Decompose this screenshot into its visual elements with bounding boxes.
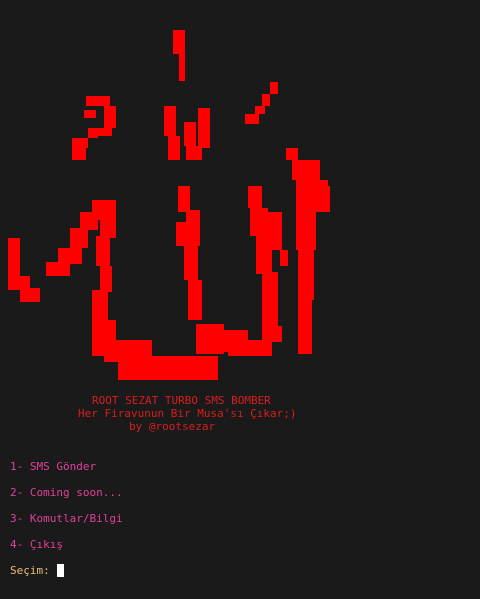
art-pixel-block bbox=[92, 290, 108, 320]
art-pixel-block bbox=[72, 148, 86, 160]
art-pixel-block bbox=[262, 326, 282, 342]
art-pixel-block bbox=[296, 180, 316, 250]
menu-item-coming-soon[interactable]: 2- Coming soon... bbox=[10, 486, 123, 499]
art-pixel-block bbox=[186, 146, 202, 160]
art-pixel-block bbox=[84, 110, 96, 118]
banner-subtitle: Her Firavunun Bir Musa'sı Çıkar;) bbox=[78, 407, 297, 420]
art-pixel-block bbox=[250, 208, 268, 236]
art-pixel-block bbox=[184, 246, 198, 280]
art-pixel-block bbox=[262, 94, 270, 106]
art-pixel-block bbox=[164, 106, 176, 136]
menu-item-commands-info[interactable]: 3- Komutlar/Bilgi bbox=[10, 512, 123, 525]
art-pixel-block bbox=[100, 218, 116, 238]
art-pixel-block bbox=[100, 266, 112, 292]
art-pixel-block bbox=[270, 82, 278, 94]
art-pixel-block bbox=[298, 250, 314, 300]
banner-author: by @rootsezar bbox=[129, 420, 216, 433]
art-pixel-block bbox=[8, 276, 30, 290]
art-pixel-block bbox=[80, 212, 98, 230]
art-pixel-block bbox=[228, 340, 272, 356]
art-pixel-block bbox=[179, 54, 185, 81]
art-pixel-block bbox=[178, 186, 190, 212]
art-pixel-block bbox=[86, 96, 110, 106]
art-pixel-block bbox=[72, 138, 88, 148]
banner-title: ROOT SEZAT TURBO SMS BOMBER bbox=[92, 394, 271, 407]
art-pixel-block bbox=[188, 280, 202, 320]
selection-prompt[interactable]: Seçim: bbox=[10, 564, 64, 577]
text-cursor bbox=[56, 564, 64, 577]
art-pixel-block bbox=[298, 300, 312, 354]
art-pixel-block bbox=[96, 236, 110, 266]
art-pixel-block bbox=[118, 356, 218, 380]
menu-item-sms-send[interactable]: 1- SMS Gönder bbox=[10, 460, 96, 473]
art-pixel-block bbox=[176, 222, 200, 246]
art-pixel-block bbox=[173, 30, 185, 54]
art-pixel-block bbox=[184, 122, 196, 146]
art-pixel-block bbox=[266, 212, 282, 250]
art-pixel-block bbox=[20, 288, 40, 302]
art-pixel-block bbox=[88, 128, 98, 138]
art-pixel-block bbox=[168, 136, 180, 160]
art-pixel-block bbox=[262, 272, 278, 326]
art-pixel-block bbox=[8, 238, 20, 276]
art-pixel-block bbox=[70, 228, 88, 248]
art-pixel-block bbox=[286, 148, 298, 160]
selection-prompt-label: Seçim: bbox=[10, 564, 50, 577]
art-pixel-block bbox=[104, 106, 116, 128]
art-pixel-block bbox=[316, 186, 330, 212]
art-pixel-block bbox=[255, 106, 265, 114]
menu-item-exit[interactable]: 4- Çıkış bbox=[10, 538, 63, 551]
art-pixel-block bbox=[248, 186, 262, 208]
art-pixel-block bbox=[198, 108, 210, 148]
art-pixel-block bbox=[280, 250, 288, 266]
art-pixel-block bbox=[245, 114, 259, 124]
art-pixel-block bbox=[96, 128, 112, 136]
art-pixel-block bbox=[58, 248, 82, 264]
art-pixel-block bbox=[46, 262, 70, 276]
art-pixel-block bbox=[292, 160, 320, 180]
ascii-art-logo bbox=[8, 30, 330, 380]
